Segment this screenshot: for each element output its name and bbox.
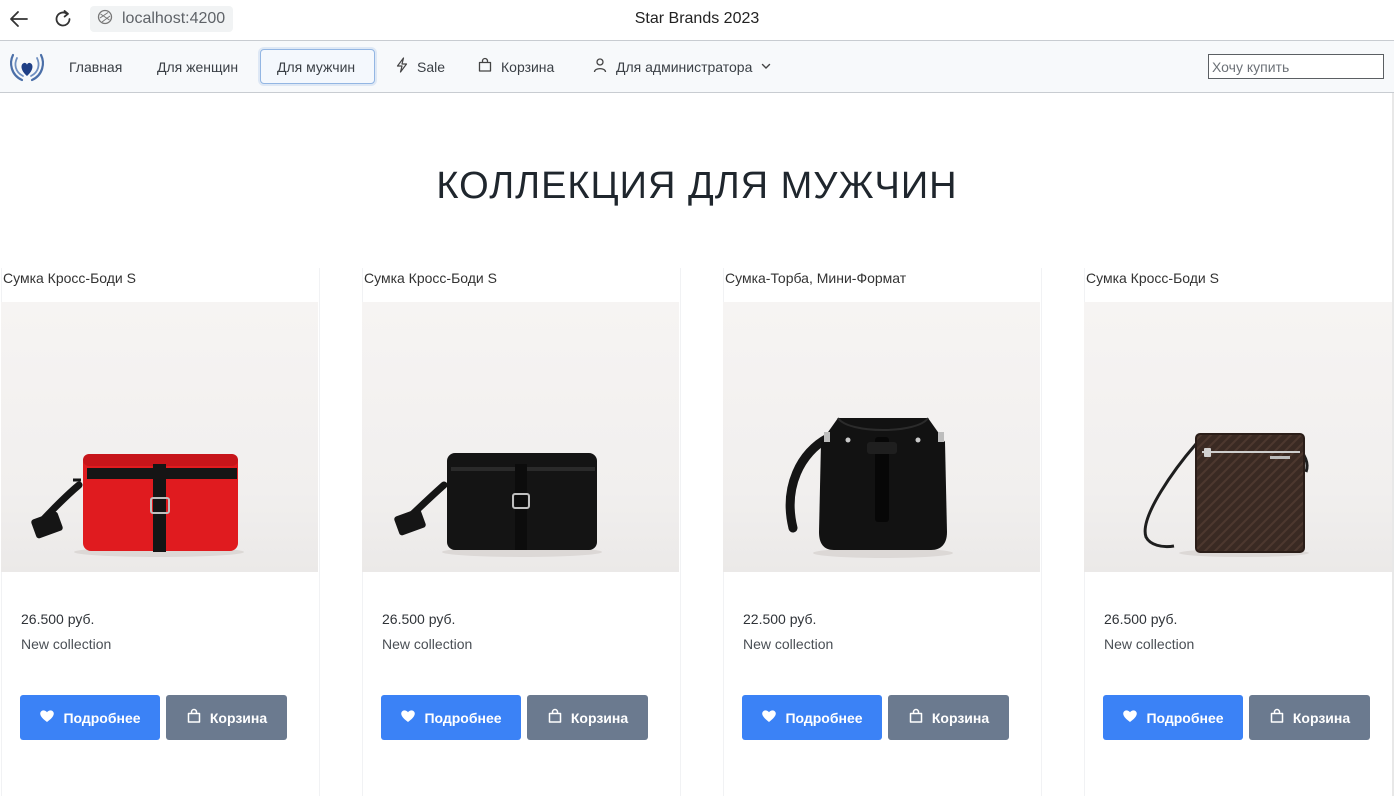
url-text[interactable]: localhost:4200 (122, 10, 225, 28)
product-price: 26.500 руб. (382, 611, 456, 627)
nav-home-label: Главная (69, 58, 123, 75)
product-note: New collection (382, 636, 473, 652)
chevron-down-icon (760, 59, 772, 75)
nav-cart-label: Корзина (501, 58, 555, 75)
product-note: New collection (1104, 636, 1195, 652)
browser-toolbar: localhost:4200 Star Brands 2023 (0, 0, 1394, 40)
address-bar[interactable]: localhost:4200 (90, 6, 234, 32)
product-card: Сумка-Торба, Мини-Формат 22.500 руб. New… (723, 268, 1042, 796)
add-to-cart-button[interactable]: Корзина (1249, 695, 1370, 740)
back-arrow-icon[interactable] (8, 8, 30, 30)
product-card: Сумка Кросс-Боди S 26.500 руб. New colle… (1, 268, 320, 796)
details-button[interactable]: Подробнее (20, 695, 160, 740)
nav-home[interactable]: Главная (53, 49, 138, 84)
product-card: Сумка Кросс-Боди S 26.500 руб. New colle… (362, 268, 681, 796)
product-price: 22.500 руб. (743, 611, 817, 627)
add-to-cart-button[interactable]: Корзина (166, 695, 287, 740)
shopping-bag-icon (547, 708, 563, 727)
product-image[interactable] (1, 302, 318, 572)
details-button-label: Подробнее (1146, 709, 1224, 726)
product-title[interactable]: Сумка Кросс-Боди S (363, 268, 680, 300)
details-button-label: Подробнее (424, 709, 502, 726)
nav-cart[interactable]: Корзина (461, 49, 570, 84)
search-input[interactable] (1208, 54, 1384, 79)
product-price: 26.500 руб. (1104, 611, 1178, 627)
product-image[interactable] (723, 302, 1040, 572)
product-image[interactable] (362, 302, 679, 572)
product-title[interactable]: Сумка-Торба, Мини-Формат (724, 268, 1041, 300)
product-card: Сумка Кросс-Боди S 26.500 руб. New colle… (1084, 268, 1394, 796)
add-to-cart-button[interactable]: Корзина (527, 695, 648, 740)
details-button[interactable]: Подробнее (1103, 695, 1243, 740)
heart-icon (39, 709, 55, 726)
heart-icon (400, 709, 416, 726)
nav-sale[interactable]: Sale (379, 49, 461, 84)
details-button-label: Подробнее (63, 709, 141, 726)
product-price: 26.500 руб. (21, 611, 95, 627)
add-to-cart-label: Корзина (209, 709, 268, 726)
nav-admin-dropdown[interactable]: Для администратора (576, 49, 788, 84)
shopping-bag-icon (186, 708, 202, 727)
nav-sale-label: Sale (417, 58, 446, 75)
details-button-label: Подробнее (785, 709, 863, 726)
product-title[interactable]: Сумка Кросс-Боди S (1085, 268, 1394, 300)
nav-admin-label: Для администратора (616, 58, 753, 75)
nav-women-label: Для женщин (157, 58, 239, 75)
product-note: New collection (21, 636, 112, 652)
bolt-icon (395, 57, 409, 76)
user-icon (592, 57, 608, 76)
add-to-cart-label: Корзина (1292, 709, 1351, 726)
details-button[interactable]: Подробнее (381, 695, 521, 740)
main-navbar: Главная Для женщин Для мужчин Sale Корзи… (0, 40, 1394, 93)
heart-icon (1122, 709, 1138, 726)
add-to-cart-button[interactable]: Корзина (888, 695, 1009, 740)
heart-icon (761, 709, 777, 726)
site-info-icon[interactable] (96, 8, 114, 31)
nav-men[interactable]: Для мужчин (260, 49, 375, 84)
brand-logo[interactable] (8, 49, 46, 85)
nav-men-label: Для мужчин (277, 58, 356, 75)
add-to-cart-label: Корзина (931, 709, 990, 726)
reload-icon[interactable] (52, 8, 74, 30)
shopping-bag-icon (908, 708, 924, 727)
page-title: КОЛЛЕКЦИЯ ДЛЯ МУЖЧИН (436, 165, 958, 207)
nav-women[interactable]: Для женщин (141, 49, 254, 84)
shopping-bag-icon (1269, 708, 1285, 727)
shopping-bag-icon (477, 57, 493, 76)
add-to-cart-label: Корзина (570, 709, 629, 726)
product-title[interactable]: Сумка Кросс-Боди S (2, 268, 319, 300)
details-button[interactable]: Подробнее (742, 695, 882, 740)
product-note: New collection (743, 636, 834, 652)
product-image[interactable] (1084, 302, 1394, 572)
